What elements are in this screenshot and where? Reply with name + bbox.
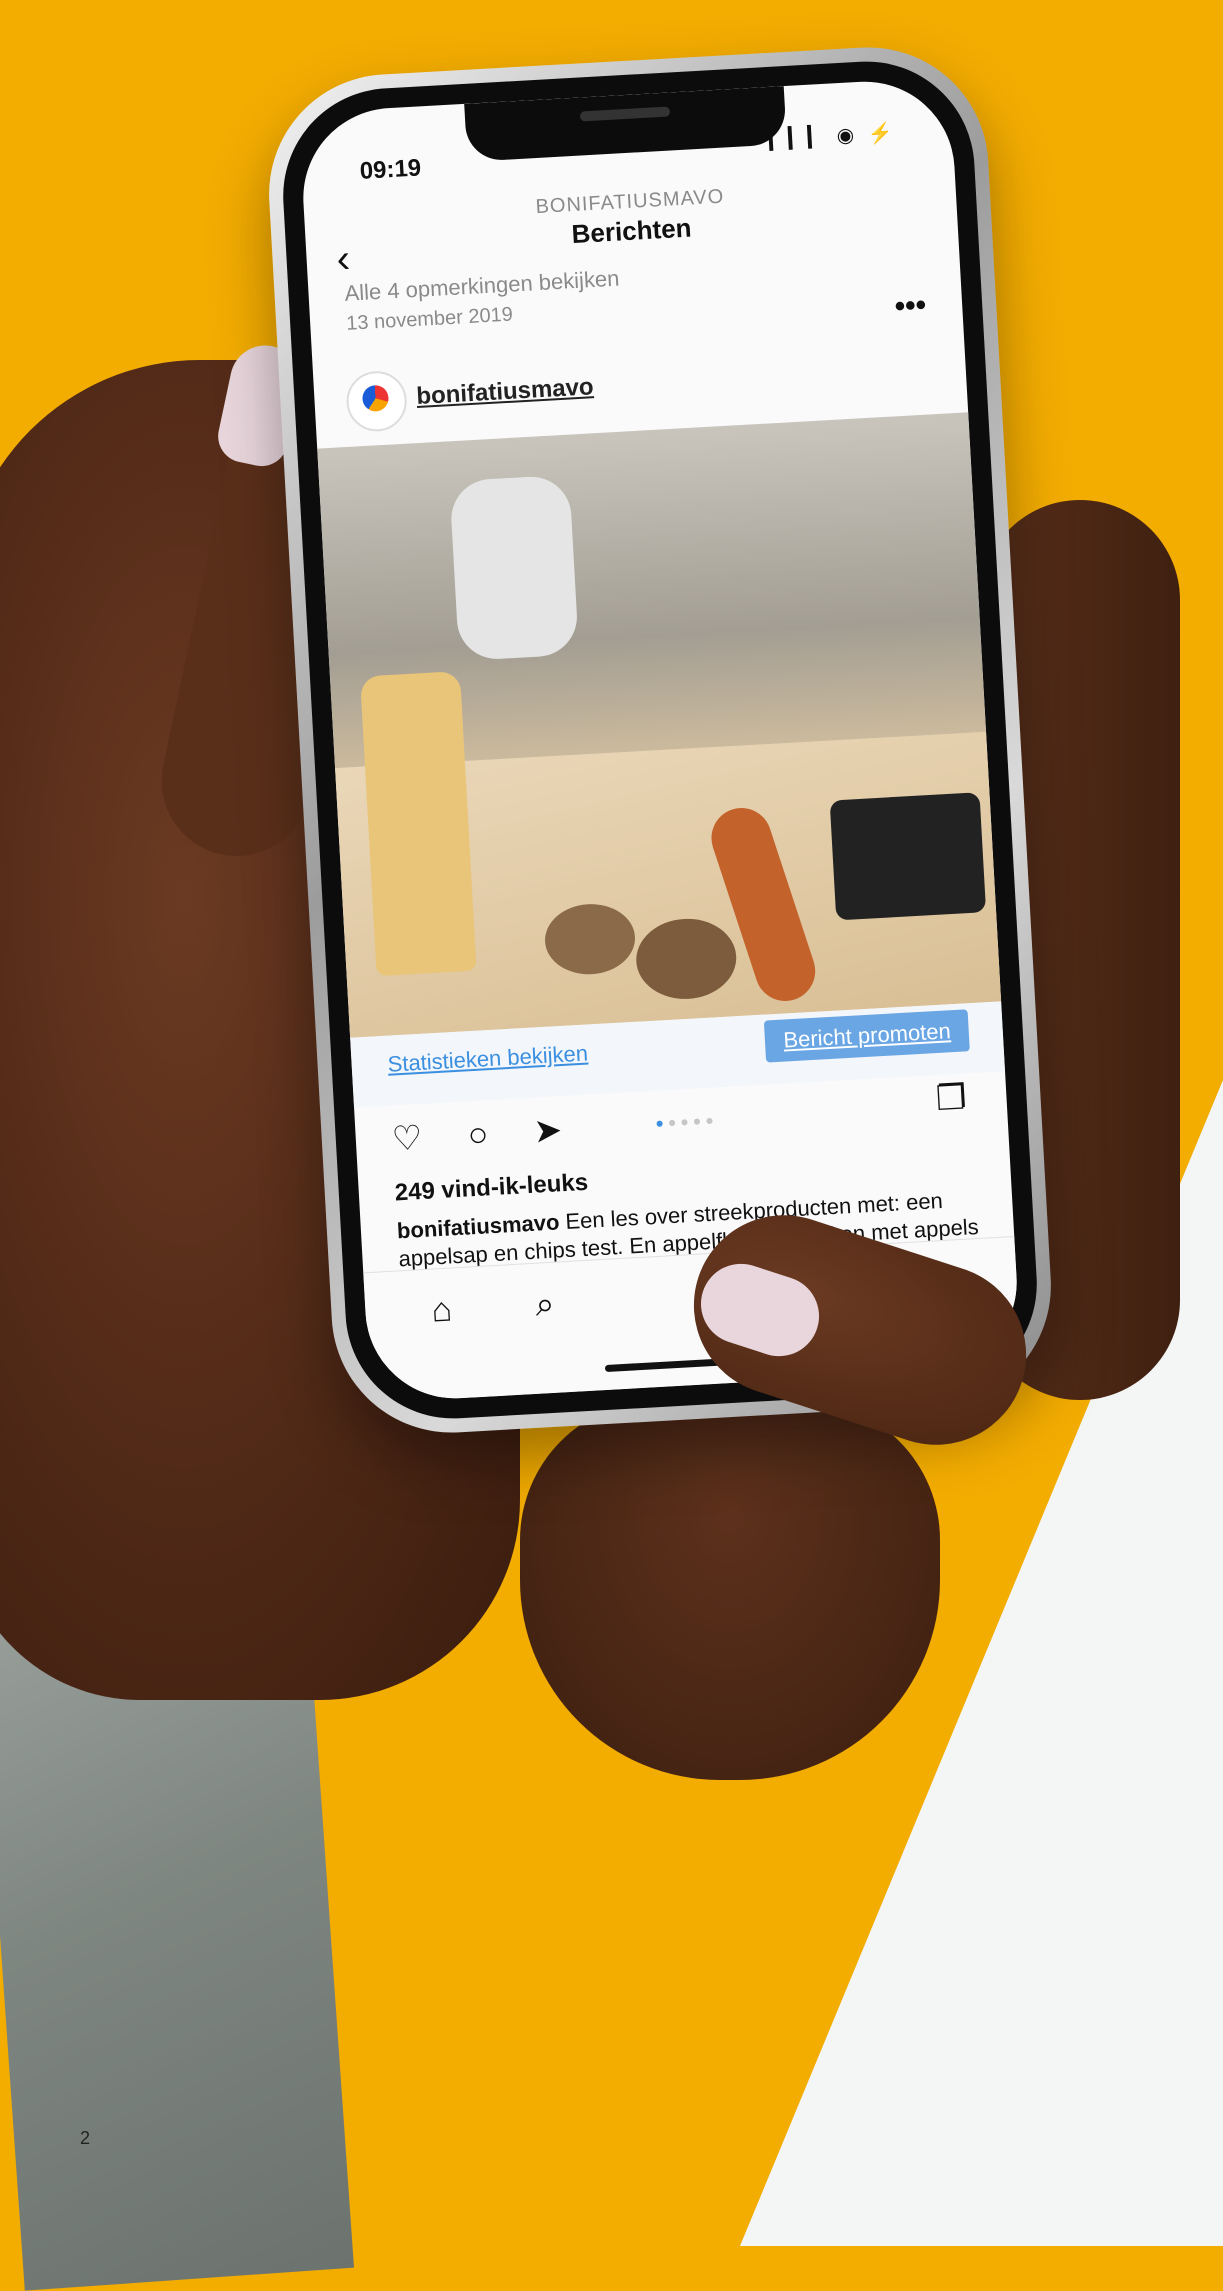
- bookmark-icon[interactable]: ❐: [935, 1077, 968, 1119]
- search-icon[interactable]: ⌕: [534, 1285, 555, 1325]
- status-icons: ▎▎▎ ◉ ⚡: [768, 121, 898, 151]
- post-date: 13 november 2019: [345, 303, 514, 335]
- comment-icon[interactable]: ○: [467, 1114, 508, 1154]
- like-icon[interactable]: ♡: [391, 1118, 442, 1159]
- carousel-dots: ●●●●●: [655, 1111, 718, 1130]
- carousel-dot: ●: [704, 1111, 719, 1129]
- photo-juice-bottle: [359, 671, 477, 977]
- post-username[interactable]: bonifatiusmavo: [416, 373, 595, 411]
- phone-screen: 09:19 ▎▎▎ ◉ ⚡ ‹ BONIFATIUSMAVO Berichten…: [298, 76, 1022, 1404]
- home-icon[interactable]: ⌂: [430, 1291, 453, 1331]
- avatar[interactable]: [345, 369, 409, 433]
- view-comments-link[interactable]: Alle 4 opmerkingen bekijken: [344, 266, 620, 307]
- post-photo[interactable]: [317, 412, 1002, 1038]
- status-time: 09:19: [359, 154, 422, 185]
- share-icon[interactable]: ➤: [533, 1110, 582, 1151]
- carousel-dot: ●: [692, 1112, 706, 1129]
- post-actions: ♡ ○ ➤: [391, 1109, 581, 1159]
- carousel-dot: ●: [667, 1113, 681, 1131]
- photo-student: [449, 474, 580, 662]
- screen-header: BONIFATIUSMAVO Berichten: [304, 173, 958, 265]
- bottom-fingers: [520, 1400, 940, 1780]
- smartphone: 09:19 ▎▎▎ ◉ ⚡ ‹ BONIFATIUSMAVO Berichten…: [262, 40, 1058, 1440]
- photo-strawberry-basket: [829, 792, 987, 921]
- likes-count[interactable]: 249 vind-ik-leuks: [394, 1169, 589, 1208]
- page-number: 2: [80, 2128, 91, 2148]
- more-options-icon[interactable]: •••: [894, 288, 927, 324]
